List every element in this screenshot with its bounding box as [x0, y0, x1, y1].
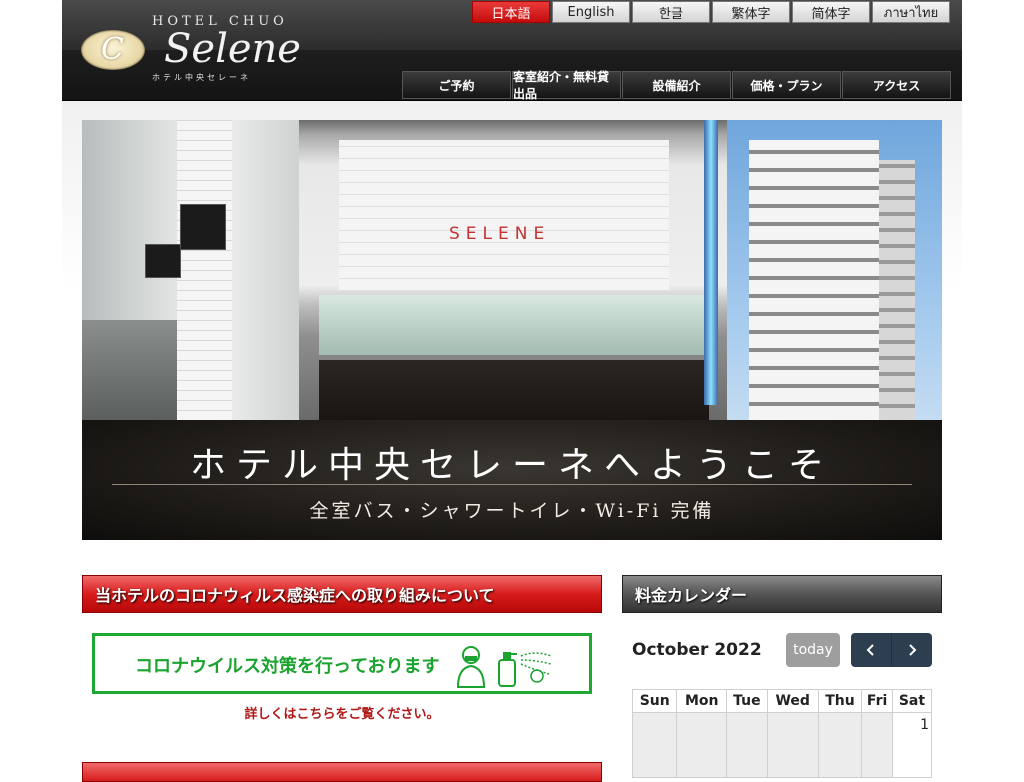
weekday-header: Fri [861, 689, 893, 713]
photo-entrance [82, 120, 299, 420]
photo-hotel-sign-small [145, 244, 181, 278]
lobby-sign-text: SELENE [449, 224, 551, 244]
weekday-header: Wed [766, 689, 819, 713]
photo-street [82, 320, 177, 420]
photo-building-side [879, 160, 915, 420]
hero-caption: ホテル中央セレーネへようこそ 全室バス・シャワートイレ・Wi-Fi 完備 [82, 420, 942, 540]
photo-neon-pillar [704, 120, 718, 405]
nav-facilities[interactable]: 設備紹介 [622, 71, 731, 99]
photo-reception-counter [319, 295, 709, 355]
hero-subtitle: 全室バス・シャワートイレ・Wi-Fi 完備 [309, 500, 715, 522]
hero-banner: SELENE ホテル中央セレーネへようこそ 全室バス・シャワートイレ・Wi-Fi… [82, 120, 942, 540]
photo-lobby-chairs [319, 360, 709, 420]
weekday-header: Mon [676, 689, 727, 713]
nav-reservation[interactable]: ご予約 [402, 71, 511, 99]
hero-divider [112, 484, 912, 485]
weekday-header: Tue [725, 689, 768, 713]
photo-lobby: SELENE [299, 120, 727, 420]
lang-button-en[interactable]: English [552, 1, 630, 23]
weekday-header: Thu [817, 689, 863, 713]
calendar-weekday-row: Sun Mon Tue Wed Thu Fri Sat [631, 689, 933, 713]
corona-banner-text: コロナウイルス対策を行っております [135, 656, 440, 677]
masked-person-icon [456, 646, 486, 688]
corona-section-heading: 当ホテルのコロナウィルス感染症への取り組みについて [82, 575, 602, 613]
lang-button-ja[interactable]: 日本語 [472, 1, 550, 23]
chevron-right-icon [909, 644, 917, 656]
calendar-prev-button[interactable] [851, 633, 891, 667]
logo-emblem-icon[interactable]: C [81, 30, 145, 70]
nav-access[interactable]: アクセス [842, 71, 951, 99]
chevron-left-icon [866, 644, 874, 656]
corona-banner[interactable]: コロナウイルス対策を行っております [92, 633, 592, 694]
logo-script-text[interactable]: Selene [164, 26, 301, 72]
lang-button-ko[interactable]: 한글 [632, 1, 710, 23]
main-nav: ご予約 客室紹介・無料貸出品 設備紹介 価格・プラン アクセス [402, 70, 952, 101]
photo-tiled-column [177, 120, 232, 420]
lang-button-zh-cn[interactable]: 简体字 [792, 1, 870, 23]
logo-kana-text: ホテル中央セレーネ [152, 73, 251, 82]
spray-bottle-icon [498, 652, 552, 687]
logo-emblem-letter: C [101, 32, 124, 67]
lang-button-th[interactable]: ภาษาไทย [872, 1, 950, 23]
calendar-heading: 料金カレンダー [622, 575, 942, 613]
photo-building [727, 120, 942, 420]
language-switcher: 日本語 English 한글 繁体字 简体字 ภาษาไทย [472, 1, 952, 23]
weekday-header: Sat [891, 689, 933, 713]
photo-lobby-wall [339, 140, 669, 290]
calendar-month-title: October 2022 [632, 640, 762, 660]
nav-prices[interactable]: 価格・プラン [732, 71, 841, 99]
hero-photo: SELENE [82, 120, 942, 420]
lang-button-zh-tw[interactable]: 繁体字 [712, 1, 790, 23]
weekday-header: Sun [631, 689, 678, 713]
next-section-heading [82, 762, 602, 782]
site-header: C HOTEL CHUO Selene ホテル中央セレーネ 日本語 Englis… [62, 0, 962, 101]
photo-building-facade [749, 140, 879, 420]
calendar-grid: Sun Mon Tue Wed Thu Fri Sat 1 [631, 689, 933, 778]
calendar-today-button[interactable]: today [786, 633, 840, 667]
nav-rooms[interactable]: 客室紹介・無料貸出品 [512, 70, 621, 101]
calendar-next-button[interactable] [891, 633, 932, 667]
hero-title: ホテル中央セレーネへようこそ [189, 445, 834, 486]
photo-hotel-sign [180, 204, 226, 250]
corona-details-link[interactable]: 詳しくはこちらをご覧ください。 [92, 703, 592, 722]
